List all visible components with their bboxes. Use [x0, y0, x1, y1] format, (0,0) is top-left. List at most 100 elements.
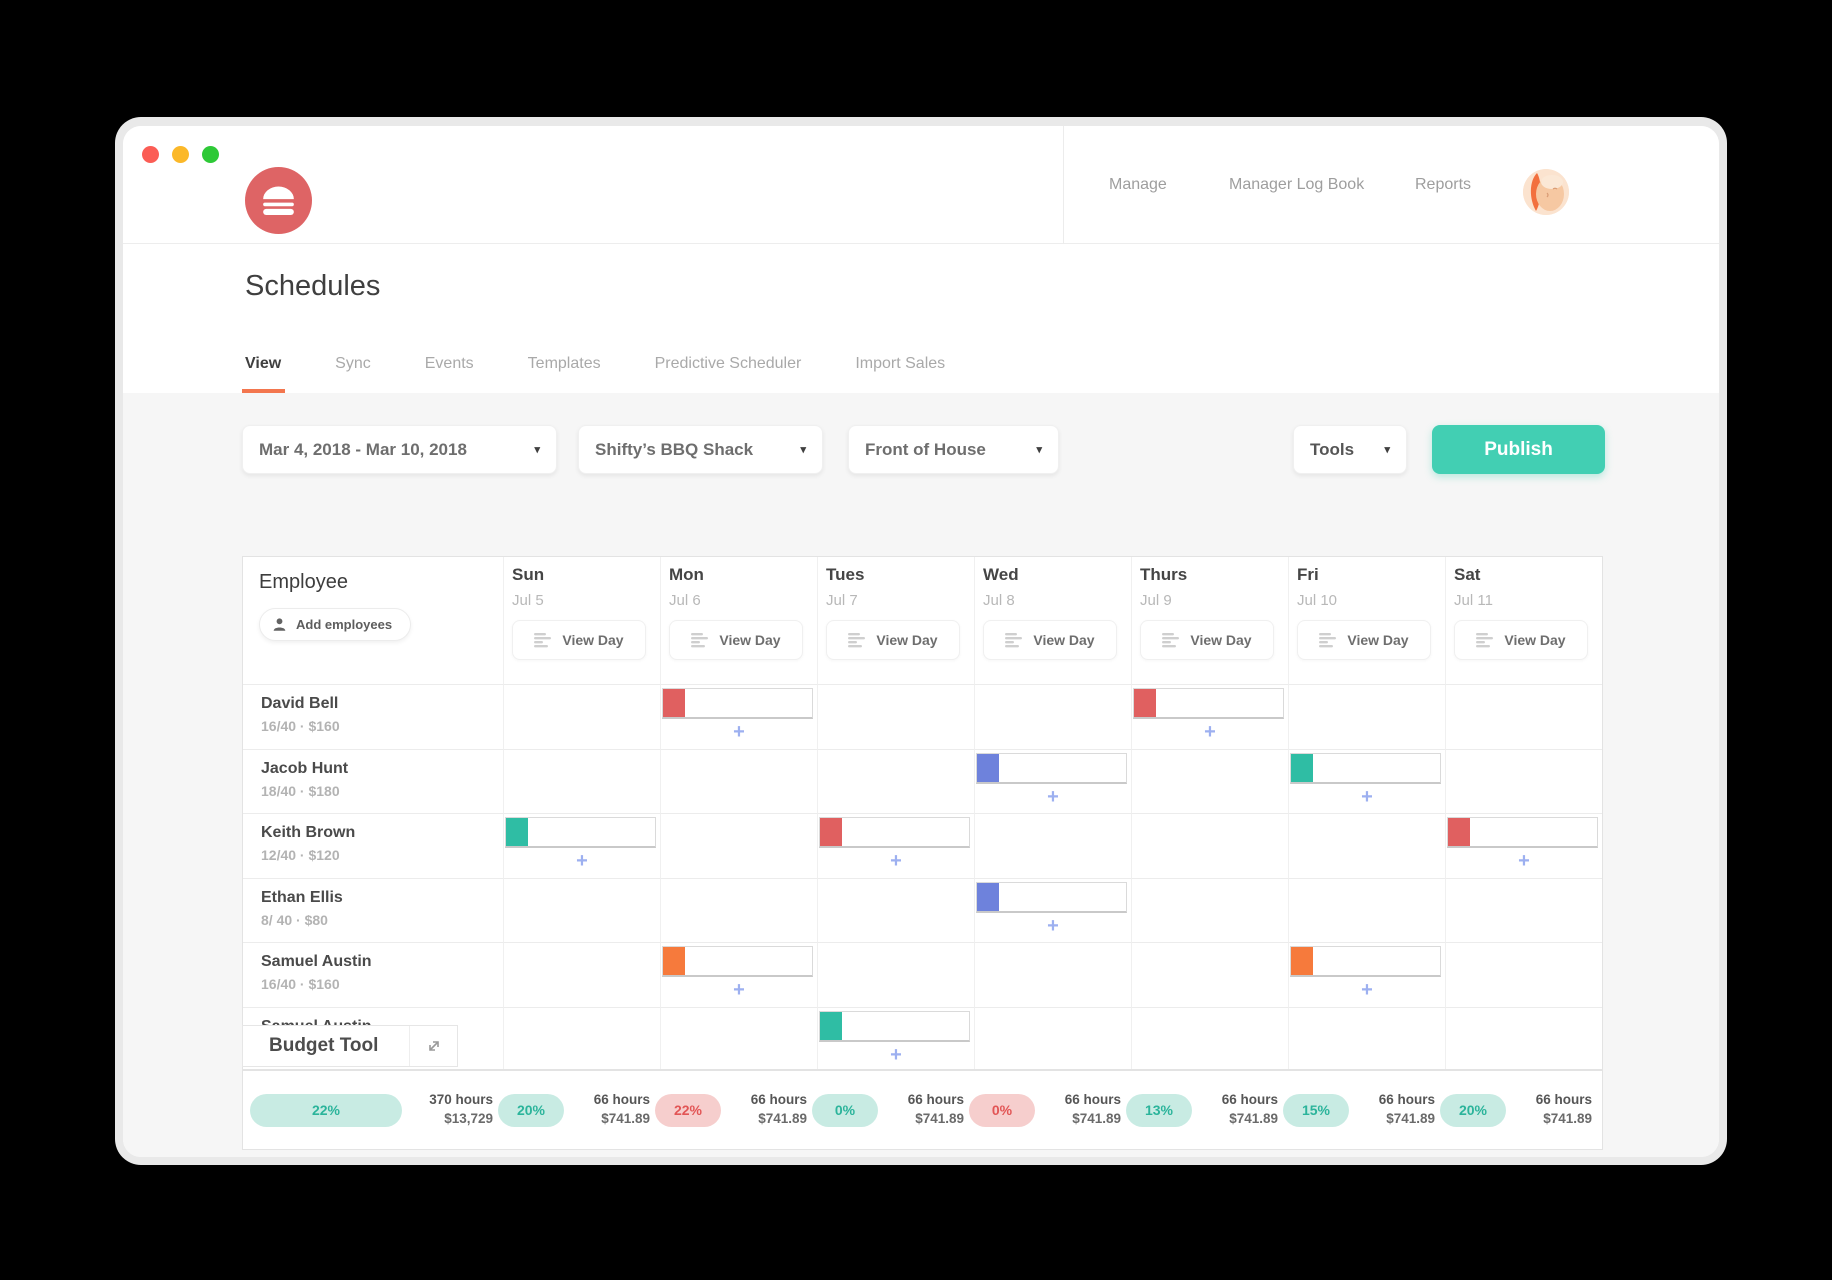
shift-bar[interactable] [505, 817, 656, 848]
shift-cell[interactable] [1131, 878, 1288, 943]
add-shift-button[interactable]: + [1289, 787, 1445, 807]
shift-cell[interactable] [1131, 1007, 1288, 1071]
view-day-button[interactable]: View Day [1454, 620, 1588, 660]
shift-cell[interactable]: + [660, 684, 817, 749]
budget-hours: 66 hours [1222, 1091, 1278, 1110]
shift-cell[interactable]: + [1131, 684, 1288, 749]
nav-manage[interactable]: Manage [1109, 176, 1167, 194]
shift-cell[interactable]: + [817, 813, 974, 878]
shift-cell[interactable]: + [817, 1007, 974, 1071]
shift-cell[interactable]: + [974, 878, 1131, 943]
zoom-window-button[interactable] [202, 146, 219, 163]
shift-bar[interactable] [976, 753, 1127, 784]
shift-cell[interactable] [974, 942, 1131, 1007]
shift-cell[interactable] [974, 1007, 1131, 1071]
view-day-button[interactable]: View Day [826, 620, 960, 660]
budget-expand-button[interactable] [409, 1026, 457, 1066]
shift-cell[interactable] [817, 942, 974, 1007]
user-avatar[interactable] [1523, 169, 1569, 215]
shift-cell[interactable]: + [660, 942, 817, 1007]
shift-cell[interactable] [503, 684, 660, 749]
shift-cell[interactable] [660, 749, 817, 814]
nav-manager-log-book[interactable]: Manager Log Book [1229, 176, 1364, 194]
tab-sync[interactable]: Sync [335, 355, 371, 393]
shift-bar[interactable] [662, 946, 813, 977]
shift-cell[interactable] [503, 942, 660, 1007]
shift-cell[interactable]: + [1288, 942, 1445, 1007]
view-day-button[interactable]: View Day [983, 620, 1117, 660]
budget-day-cell: 15% 66 hours $741.89 [1288, 1091, 1445, 1129]
shift-cell[interactable]: + [1288, 749, 1445, 814]
shift-bar[interactable] [1290, 946, 1441, 977]
tools-dropdown[interactable]: Tools ▾ [1293, 425, 1407, 474]
shift-cell[interactable] [1288, 878, 1445, 943]
shift-cell[interactable] [817, 749, 974, 814]
shift-cell[interactable] [1445, 878, 1602, 943]
budget-amount: $741.89 [751, 1110, 807, 1129]
page-title: Schedules [245, 270, 380, 303]
shift-bar[interactable] [1290, 753, 1441, 784]
shift-bar[interactable] [976, 882, 1127, 913]
location-dropdown[interactable]: Shifty’s BBQ Shack ▾ [578, 425, 823, 474]
shift-cell[interactable] [1288, 1007, 1445, 1071]
shift-cell[interactable] [817, 684, 974, 749]
shift-cell[interactable]: + [1445, 813, 1602, 878]
nav-reports[interactable]: Reports [1415, 176, 1471, 194]
add-shift-button[interactable]: + [504, 851, 660, 871]
tab-view[interactable]: View [245, 355, 281, 393]
shift-cell[interactable] [974, 684, 1131, 749]
view-day-button[interactable]: View Day [1297, 620, 1431, 660]
view-day-button[interactable]: View Day [1140, 620, 1274, 660]
shift-cell[interactable] [503, 1007, 660, 1071]
view-day-label: View Day [1504, 632, 1565, 648]
add-shift-button[interactable]: + [1446, 851, 1602, 871]
view-day-label: View Day [1190, 632, 1251, 648]
add-shift-button[interactable]: + [1132, 722, 1288, 742]
shift-cell[interactable] [1445, 942, 1602, 1007]
shift-cell[interactable] [1445, 749, 1602, 814]
shift-cell[interactable] [660, 878, 817, 943]
view-day-button[interactable]: View Day [512, 620, 646, 660]
add-shift-button[interactable]: + [818, 1045, 974, 1065]
publish-button[interactable]: Publish [1432, 425, 1605, 474]
shift-bar[interactable] [819, 817, 970, 848]
add-shift-button[interactable]: + [818, 851, 974, 871]
department-dropdown[interactable]: Front of House ▾ [848, 425, 1059, 474]
add-shift-button[interactable]: + [1289, 980, 1445, 1000]
shift-cell[interactable] [974, 813, 1131, 878]
add-shift-button[interactable]: + [661, 980, 817, 1000]
shift-cell[interactable] [503, 749, 660, 814]
add-shift-button[interactable]: + [975, 916, 1131, 936]
shift-cell[interactable] [817, 878, 974, 943]
shift-cell[interactable]: + [503, 813, 660, 878]
shift-cell[interactable] [503, 878, 660, 943]
view-day-button[interactable]: View Day [669, 620, 803, 660]
day-name: Thurs [1140, 565, 1280, 585]
budget-percent-badge: 0% [969, 1094, 1035, 1127]
add-shift-button[interactable]: + [975, 787, 1131, 807]
shift-cell[interactable] [660, 1007, 817, 1071]
close-window-button[interactable] [142, 146, 159, 163]
shift-cell[interactable] [1131, 813, 1288, 878]
shift-cell[interactable] [1445, 684, 1602, 749]
tab-import-sales[interactable]: Import Sales [855, 355, 945, 393]
minimize-window-button[interactable] [172, 146, 189, 163]
tab-templates[interactable]: Templates [528, 355, 601, 393]
tab-predictive-scheduler[interactable]: Predictive Scheduler [655, 355, 802, 393]
shift-bar[interactable] [1447, 817, 1598, 848]
shift-bar[interactable] [662, 688, 813, 719]
budget-day-cell: 0% 66 hours $741.89 [974, 1091, 1131, 1129]
shift-cell[interactable] [660, 813, 817, 878]
shift-bar[interactable] [819, 1011, 970, 1042]
shift-cell[interactable] [1445, 1007, 1602, 1071]
add-shift-button[interactable]: + [661, 722, 817, 742]
shift-cell[interactable] [1288, 813, 1445, 878]
shift-cell[interactable] [1131, 749, 1288, 814]
shift-cell[interactable]: + [974, 749, 1131, 814]
date-range-dropdown[interactable]: Mar 4, 2018 - Mar 10, 2018 ▾ [242, 425, 557, 474]
shift-bar[interactable] [1133, 688, 1284, 719]
shift-cell[interactable] [1131, 942, 1288, 1007]
shift-cell[interactable] [1288, 684, 1445, 749]
add-employees-button[interactable]: Add employees [259, 608, 411, 641]
tab-events[interactable]: Events [425, 355, 474, 393]
